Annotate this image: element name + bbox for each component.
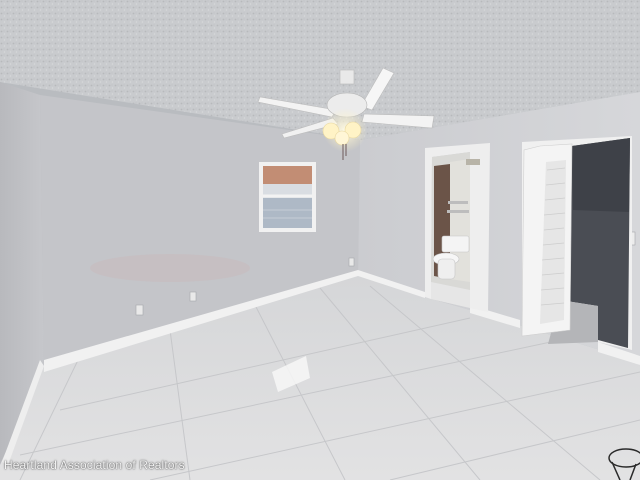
room-photo: Heartland Association of Realtors bbox=[0, 0, 640, 480]
wall-stain bbox=[90, 254, 250, 282]
watermark-text: Heartland Association of Realtors bbox=[4, 458, 185, 472]
closet-doorway bbox=[521, 136, 632, 350]
wall-outlet bbox=[348, 257, 355, 267]
bathroom-doorway bbox=[425, 143, 490, 312]
wall-outlet bbox=[189, 291, 197, 302]
window bbox=[259, 162, 316, 232]
wall-outlet bbox=[135, 304, 144, 316]
